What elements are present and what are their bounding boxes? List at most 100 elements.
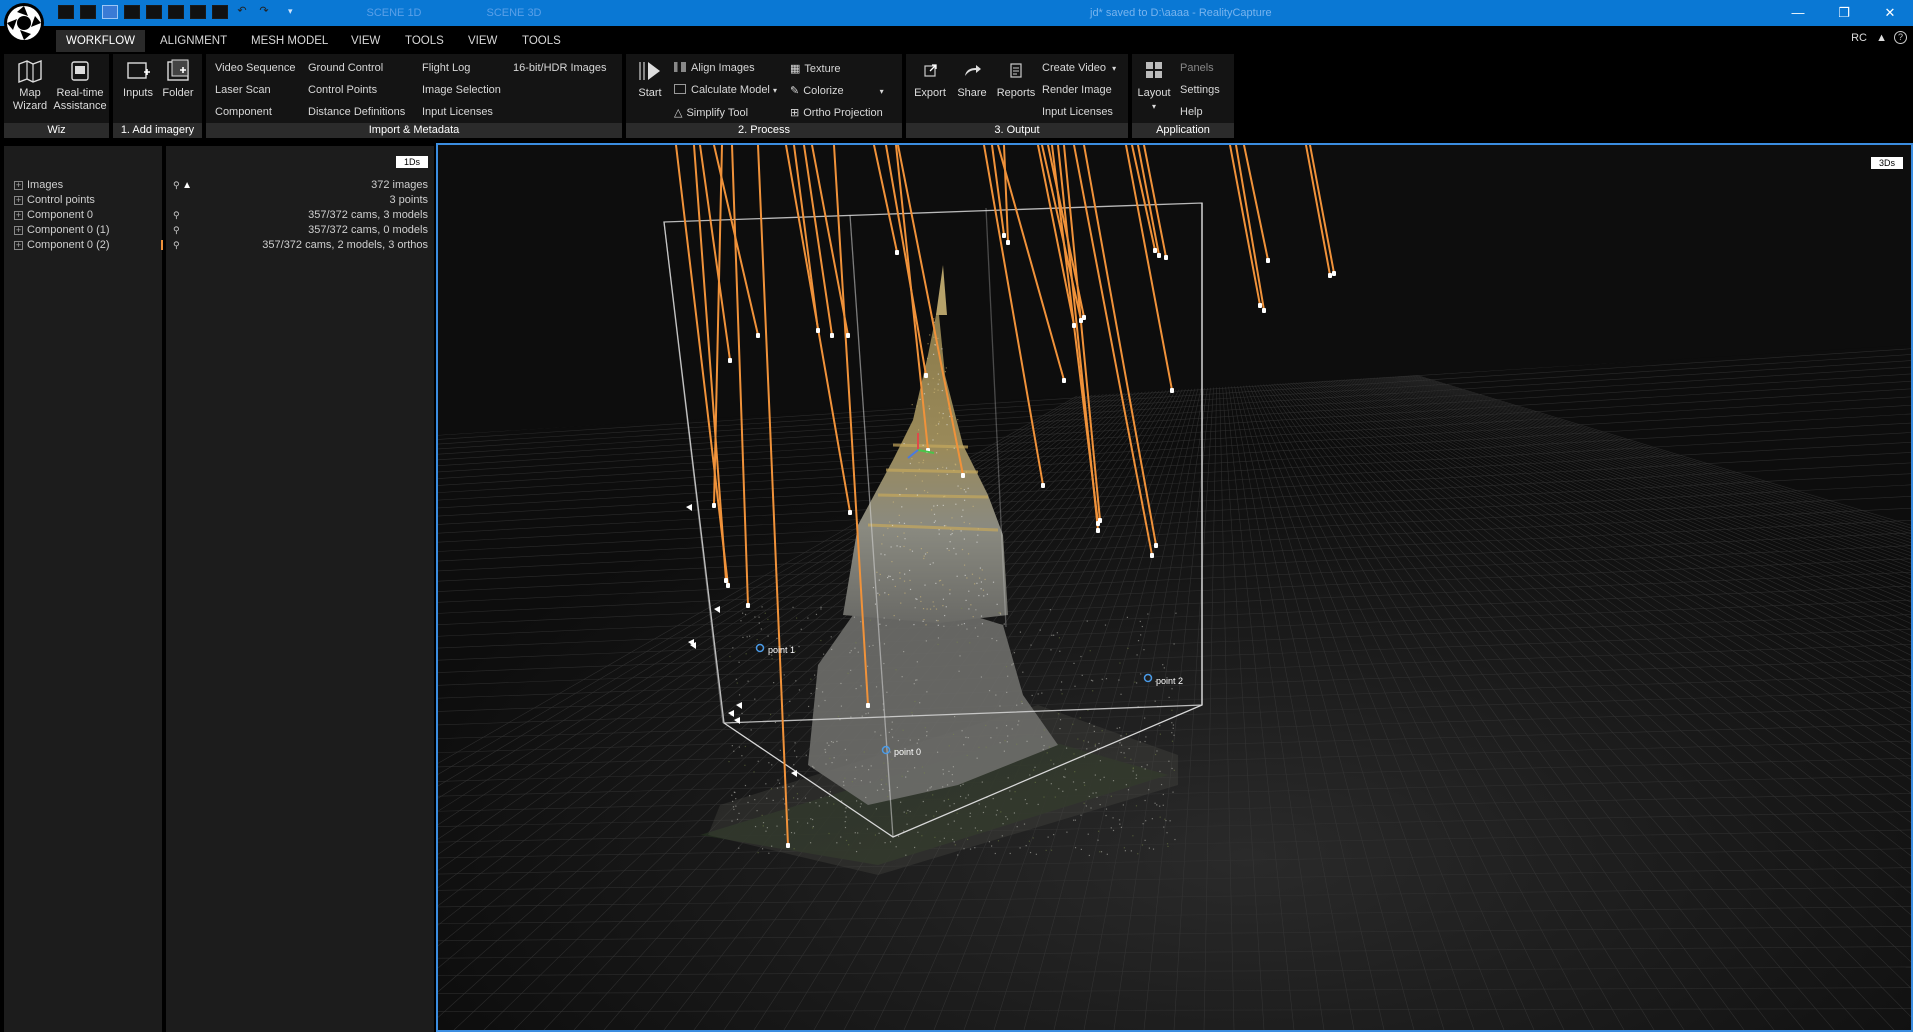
export-label: Export	[914, 87, 946, 99]
start-label: Start	[638, 87, 662, 99]
map-wizard-button[interactable]: Map Wizard	[8, 58, 52, 113]
group-title-application: Application	[1132, 123, 1234, 138]
expand-icon[interactable]: +	[14, 241, 23, 250]
tree-label: Images	[27, 179, 64, 191]
inputs-button[interactable]: Inputs	[118, 58, 158, 100]
tab-workflow[interactable]: WORKFLOW	[56, 30, 145, 52]
layout-icon	[1146, 62, 1162, 78]
export-button[interactable]: Export	[910, 58, 950, 100]
start-button[interactable]: Start	[632, 58, 668, 100]
app-logo[interactable]	[4, 3, 44, 43]
reports-button[interactable]: Reports	[994, 58, 1038, 100]
share-button[interactable]: Share	[952, 58, 992, 100]
laser-scan-button[interactable]: Laser Scan	[215, 84, 271, 96]
group-wiz: Map Wizard Real-time Assistance Wiz	[4, 54, 109, 138]
layout-5-icon[interactable]	[146, 5, 162, 19]
redo-icon[interactable]: ↷	[256, 5, 272, 19]
layout-7-icon[interactable]	[190, 5, 206, 19]
calculate-model-dropdown-icon[interactable]: ▾	[773, 86, 777, 95]
component-button[interactable]: Component	[215, 106, 272, 118]
expand-icon[interactable]: +	[14, 226, 23, 235]
tree-item-component-0[interactable]: + Component 0	[14, 208, 93, 222]
qa-dropdown-icon[interactable]: ▾	[288, 6, 293, 17]
layout-2-icon[interactable]	[80, 5, 96, 19]
location-pin-icon: ⚲	[173, 240, 180, 250]
align-images-button[interactable]: Align Images	[674, 62, 755, 74]
tab-view-2[interactable]: VIEW	[458, 30, 507, 52]
map-wizard-label-2: Wizard	[12, 100, 48, 112]
warning-small-icon: ▲	[182, 180, 192, 191]
layout-1-icon[interactable]	[58, 5, 74, 19]
viewport-3ds-badge[interactable]: 3Ds	[1870, 157, 1903, 169]
panels-button[interactable]: Panels	[1180, 62, 1214, 74]
colorize-button[interactable]: ✎ Colorize ▾	[790, 84, 884, 97]
layout-8-icon[interactable]	[212, 5, 228, 19]
control-points-button[interactable]: Control Points	[308, 84, 377, 96]
tab-scene-3d[interactable]: SCENE 3D	[454, 0, 574, 26]
start-icon	[639, 62, 660, 80]
tab-tools[interactable]: TOOLS	[395, 30, 454, 52]
folder-icon	[167, 59, 189, 81]
tab-alignment[interactable]: ALIGNMENT	[150, 30, 237, 52]
location-pin-icon: ⚲	[173, 225, 180, 235]
hdr-images-button[interactable]: 16-bit/HDR Images	[513, 62, 607, 74]
realtime-assistance-icon	[71, 61, 89, 81]
create-video-button[interactable]: Create Video ▾	[1042, 62, 1116, 74]
folder-button[interactable]: Folder	[158, 58, 198, 100]
layout-dropdown-icon[interactable]: ▾	[1134, 100, 1174, 113]
tree-item-images[interactable]: + Images	[14, 178, 63, 192]
output-input-licenses-button[interactable]: Input Licenses	[1042, 106, 1113, 118]
texture-icon: ▦	[790, 63, 801, 75]
settings-button[interactable]: Settings	[1180, 84, 1220, 96]
viewport-3d[interactable]: 3Ds point 0 point 1 point 2	[436, 143, 1913, 1032]
export-icon	[924, 64, 937, 77]
help-icon[interactable]: ?	[1894, 31, 1907, 44]
realtime-assistance-button[interactable]: Real-time Assistance	[52, 58, 108, 113]
calculate-model-icon	[674, 84, 686, 94]
layout-3-icon[interactable]	[102, 5, 118, 19]
layout-4-icon[interactable]	[124, 5, 140, 19]
group-title-wiz: Wiz	[4, 123, 109, 138]
simplify-tool-button[interactable]: △ Simplify Tool	[674, 106, 748, 119]
colorize-dropdown-icon[interactable]: ▾	[880, 87, 884, 96]
ortho-projection-icon: ⊞	[790, 107, 800, 119]
layout-button[interactable]: Layout ▾	[1134, 58, 1174, 113]
tab-mesh-model[interactable]: MESH MODEL	[241, 30, 338, 52]
tree-label: Component 0	[27, 209, 94, 221]
tab-scene-1d[interactable]: SCENE 1D	[334, 0, 454, 26]
video-sequence-button[interactable]: Video Sequence	[215, 62, 296, 74]
undo-icon[interactable]: ↶	[234, 5, 250, 19]
tab-view[interactable]: VIEW	[341, 30, 390, 52]
tab-tools-2[interactable]: TOOLS	[512, 30, 571, 52]
create-video-label: Create Video	[1042, 62, 1107, 74]
tree-item-component-0-1[interactable]: + Component 0 (1)	[14, 223, 110, 237]
tree-item-component-0-2[interactable]: + Component 0 (2)	[14, 238, 110, 252]
texture-button[interactable]: ▦ Texture	[790, 62, 840, 75]
tree-item-control-points[interactable]: + Control points	[14, 193, 95, 207]
help-button[interactable]: Help	[1180, 106, 1203, 118]
ground-control-button[interactable]: Ground Control	[308, 62, 383, 74]
close-button[interactable]: ✕	[1867, 0, 1913, 26]
render-image-button[interactable]: Render Image	[1042, 84, 1112, 96]
calculate-model-button[interactable]: Calculate Model ▾	[674, 84, 777, 96]
group-process: Start Align Images Calculate Model ▾ △ Si…	[626, 54, 902, 138]
minimize-button[interactable]: —	[1775, 0, 1821, 26]
input-licenses-button[interactable]: Input Licenses	[422, 106, 493, 118]
expand-icon[interactable]: +	[14, 211, 23, 220]
panel-1ds-badge[interactable]: 1Ds	[395, 156, 428, 168]
flight-log-button[interactable]: Flight Log	[422, 62, 470, 74]
image-selection-button[interactable]: Image Selection	[422, 84, 501, 96]
expand-icon[interactable]: +	[14, 181, 23, 190]
restore-button[interactable]: ❐	[1821, 0, 1867, 26]
create-video-dropdown-icon[interactable]: ▾	[1112, 64, 1116, 73]
warning-icon[interactable]: ▲	[1876, 32, 1887, 44]
expand-icon[interactable]: +	[14, 196, 23, 205]
ortho-projection-button[interactable]: ⊞ Ortho Projection	[790, 106, 883, 119]
distance-definitions-button[interactable]: Distance Definitions	[308, 106, 405, 118]
inputs-icon	[127, 62, 150, 79]
tree-value-component-0: 357/372 cams, 3 models	[308, 209, 428, 221]
share-label: Share	[957, 87, 987, 99]
quick-access-toolbar: ↶ ↷	[58, 5, 272, 19]
scene-canvas[interactable]	[438, 145, 1911, 1030]
layout-6-icon[interactable]	[168, 5, 184, 19]
